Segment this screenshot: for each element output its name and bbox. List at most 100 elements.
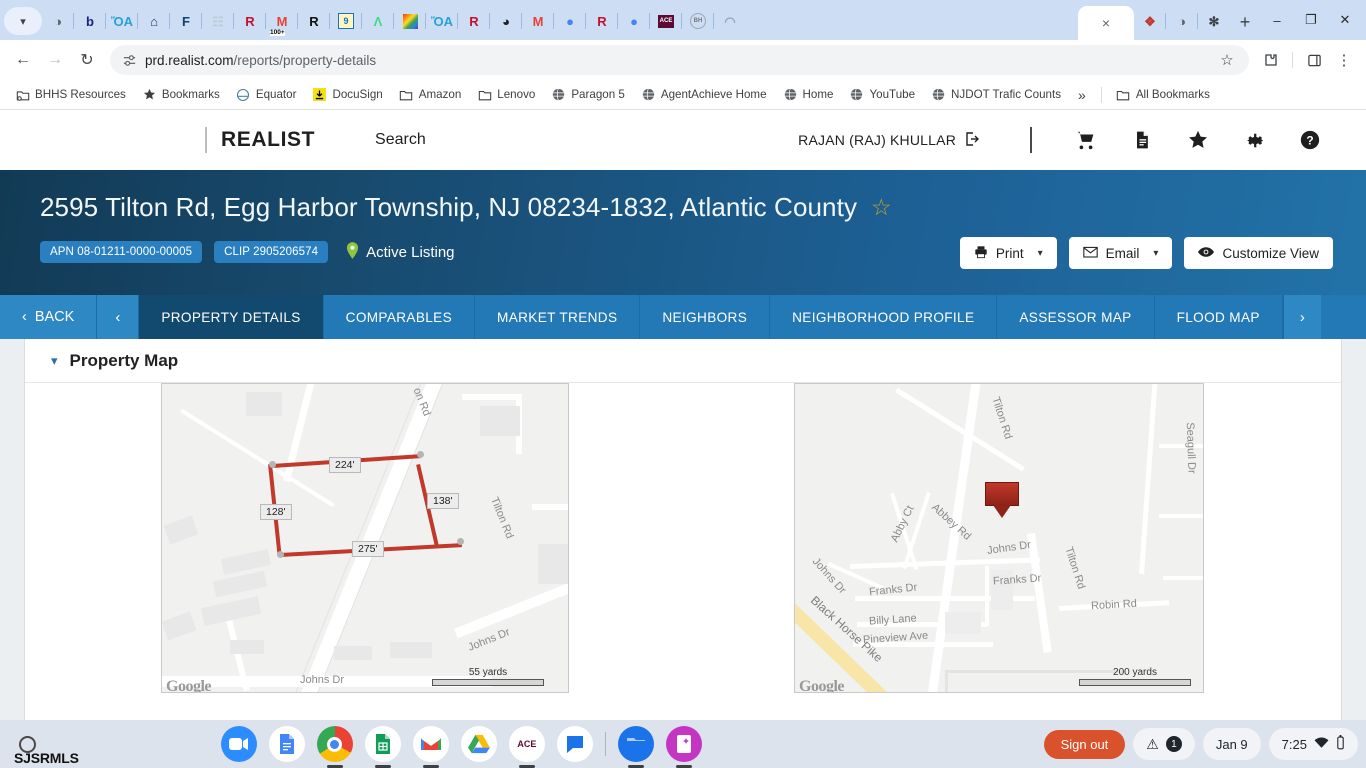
apn-badge[interactable]: APN 08-01211-0000-00005 (40, 241, 203, 263)
pinned-tab-chart-icon[interactable]: ὌA (105, 4, 138, 38)
tab-comparables[interactable]: COMPARABLES (324, 295, 476, 339)
forward-button[interactable]: → (40, 45, 70, 75)
tab-assessor-map[interactable]: ASSESSOR MAP (997, 295, 1155, 339)
bookmark-youtube[interactable]: YouTube (842, 84, 922, 105)
taskbar-zoom-icon[interactable] (220, 726, 257, 762)
sign-out-icon[interactable] (964, 131, 980, 150)
parcel-map[interactable]: 224' 138' 275' 128' on Rd Tilton Rd John… (161, 383, 569, 693)
tab-market-trends[interactable]: MARKET TRENDS (475, 295, 641, 339)
bookmark-agentachieve-home[interactable]: AgentAchieve Home (634, 84, 774, 105)
pinned-tab-flexmls-icon[interactable]: F (169, 4, 202, 38)
pinned-tab-gmail-icon[interactable]: M 100+ (265, 4, 298, 38)
property-map-section-header[interactable]: ▾ Property Map (25, 339, 1341, 383)
email-chevron-down-icon[interactable]: ▾ (1153, 248, 1158, 259)
date-display[interactable]: Jan 9 (1202, 728, 1261, 760)
bookmark-equator[interactable]: Equator (229, 84, 304, 105)
browser-menu-icon[interactable]: ⋮ (1330, 46, 1358, 74)
taskbar-google-chat-icon[interactable] (556, 726, 593, 762)
all-bookmarks-button[interactable]: All Bookmarks (1109, 84, 1217, 105)
print-chevron-down-icon[interactable]: ▾ (1038, 248, 1043, 259)
tab-search-chevron-down-icon[interactable]: ▾ (4, 7, 42, 35)
email-button[interactable]: Email ▾ (1068, 237, 1173, 269)
collapse-chevron-down-icon[interactable]: ▾ (51, 353, 58, 369)
close-window-button[interactable]: ✕ (1328, 4, 1362, 36)
pinned-tab-nordvpn-icon[interactable]: ◠ (713, 4, 746, 38)
tabs-scroll-right-button[interactable]: › (1282, 295, 1321, 339)
pinned-tab-bookfresh-icon[interactable]: b (73, 4, 106, 38)
taskbar-google-drive-icon[interactable] (460, 726, 497, 762)
bookmarks-overflow-button[interactable]: » (1070, 84, 1094, 106)
pinned-tab-dark-globe-icon[interactable]: ◕ (489, 4, 522, 38)
pinned-tab-calendar-icon[interactable]: 9 (329, 4, 362, 38)
pinned-tab-color-grid-icon[interactable] (393, 4, 426, 38)
new-tab-button[interactable]: + (1230, 7, 1260, 37)
status-tray[interactable]: 7:25 (1268, 728, 1358, 760)
report-icon[interactable] (1114, 120, 1170, 160)
site-settings-icon[interactable] (122, 53, 137, 68)
cart-icon[interactable] (1058, 120, 1114, 160)
notifications-tray[interactable]: ⚠ 1 (1133, 728, 1195, 760)
taskbar-ace-icon[interactable]: ACE (508, 726, 545, 762)
user-menu[interactable]: RAJAN (RAJ) KHULLAR (798, 131, 980, 150)
sign-out-button[interactable]: Sign out (1043, 729, 1126, 759)
pinned-tab-document-icon[interactable]: ☷ (201, 4, 234, 38)
pinned-tab-profile2-icon[interactable]: ● (617, 4, 650, 38)
extensions-icon[interactable] (1257, 46, 1285, 74)
brand-logo[interactable]: REALIST (221, 128, 315, 152)
bookmark-home[interactable]: Home (776, 84, 841, 105)
customize-view-button[interactable]: Customize View (1184, 237, 1333, 269)
taskbar-chrome-icon[interactable] (316, 726, 353, 762)
help-icon[interactable]: ? (1282, 120, 1338, 160)
pinned-tab-realtor-bold-r-icon[interactable]: R (297, 4, 330, 38)
pinned-tab-globe2-icon[interactable]: ◑ (1165, 4, 1198, 38)
pinned-tab-chart2-icon[interactable]: ὌA (425, 4, 458, 38)
bookmark-amazon[interactable]: Amazon (392, 84, 469, 105)
pinned-tab-realtor-r-icon[interactable]: R (233, 4, 266, 38)
pinned-tab-realtor-r3-icon[interactable]: R (585, 4, 618, 38)
minimize-window-button[interactable]: – (1260, 4, 1294, 36)
pinned-tab-adobe-icon[interactable]: Λ (361, 4, 394, 38)
bookmark-njdot-trafic-counts[interactable]: NJDOT Trafic Counts (924, 84, 1068, 105)
pinned-tab-house-icon[interactable]: ⌂ (137, 4, 170, 38)
tabs-scroll-left-button[interactable]: ‹ (97, 295, 140, 339)
pinned-tab-globe-icon[interactable]: ◑ (42, 4, 74, 38)
taskbar-gmail-icon[interactable] (412, 726, 449, 762)
side-panel-icon[interactable] (1300, 46, 1328, 74)
bookmark-lenovo[interactable]: Lenovo (470, 84, 542, 105)
pinned-tab-gmail2-icon[interactable]: M (521, 4, 554, 38)
tab-property-details[interactable]: PROPERTY DETAILS (139, 295, 324, 339)
pinned-tab-profile-icon[interactable]: ● (553, 4, 586, 38)
pinned-tab-ace-icon[interactable]: ACE (649, 4, 682, 38)
bookmark-bookmarks[interactable]: Bookmarks (135, 84, 227, 105)
pinned-tab-realtor-r2-icon[interactable]: R (457, 4, 490, 38)
nav-search-link[interactable]: Search (375, 131, 426, 149)
favorite-star-icon[interactable]: ☆ (871, 196, 892, 219)
favorites-star-icon[interactable] (1170, 120, 1226, 160)
property-marker[interactable] (985, 482, 1019, 518)
pinned-tab-bookmark-app-icon[interactable]: ❖ (1134, 4, 1166, 38)
taskbar-google-docs-icon[interactable] (268, 726, 305, 762)
bookmark-bhhs-resources[interactable]: BHHS Resources (8, 84, 133, 105)
print-button[interactable]: Print ▾ (959, 237, 1057, 269)
taskbar-photos-editor-icon[interactable] (665, 726, 702, 762)
tab-flood-map[interactable]: FLOOD MAP (1155, 295, 1283, 339)
tab-neighbors[interactable]: NEIGHBORS (640, 295, 771, 339)
tab-neighborhood-profile[interactable]: NEIGHBORHOOD PROFILE (770, 295, 998, 339)
reload-button[interactable]: ↻ (72, 45, 102, 75)
close-tab-icon[interactable]: × (1102, 15, 1110, 31)
clip-badge[interactable]: CLIP 2905206574 (214, 241, 329, 263)
back-nav-button[interactable]: ‹ BACK (0, 295, 98, 339)
pinned-tab-loading-icon[interactable]: ✻ (1197, 4, 1230, 38)
bookmark-paragon-5[interactable]: Paragon 5 (544, 84, 632, 105)
maximize-window-button[interactable]: ❐ (1294, 4, 1328, 36)
bookmark-docusign[interactable]: DocuSign (305, 84, 389, 105)
pinned-tab-bhhs-icon[interactable]: BH (681, 4, 714, 38)
back-button[interactable]: ← (8, 45, 38, 75)
settings-gear-icon[interactable] (1226, 120, 1282, 160)
bookmark-star-icon[interactable]: ☆ (1213, 46, 1241, 74)
address-bar[interactable]: prd.realist.com/reports/property-details… (110, 45, 1249, 75)
taskbar-google-sheets-icon[interactable] (364, 726, 401, 762)
taskbar-files-icon[interactable] (617, 726, 654, 762)
active-browser-tab[interactable]: × (1078, 6, 1134, 40)
locator-map[interactable]: Tilton Rd Seagull Dr Abby Ct Abbey Rd Jo… (794, 383, 1204, 693)
